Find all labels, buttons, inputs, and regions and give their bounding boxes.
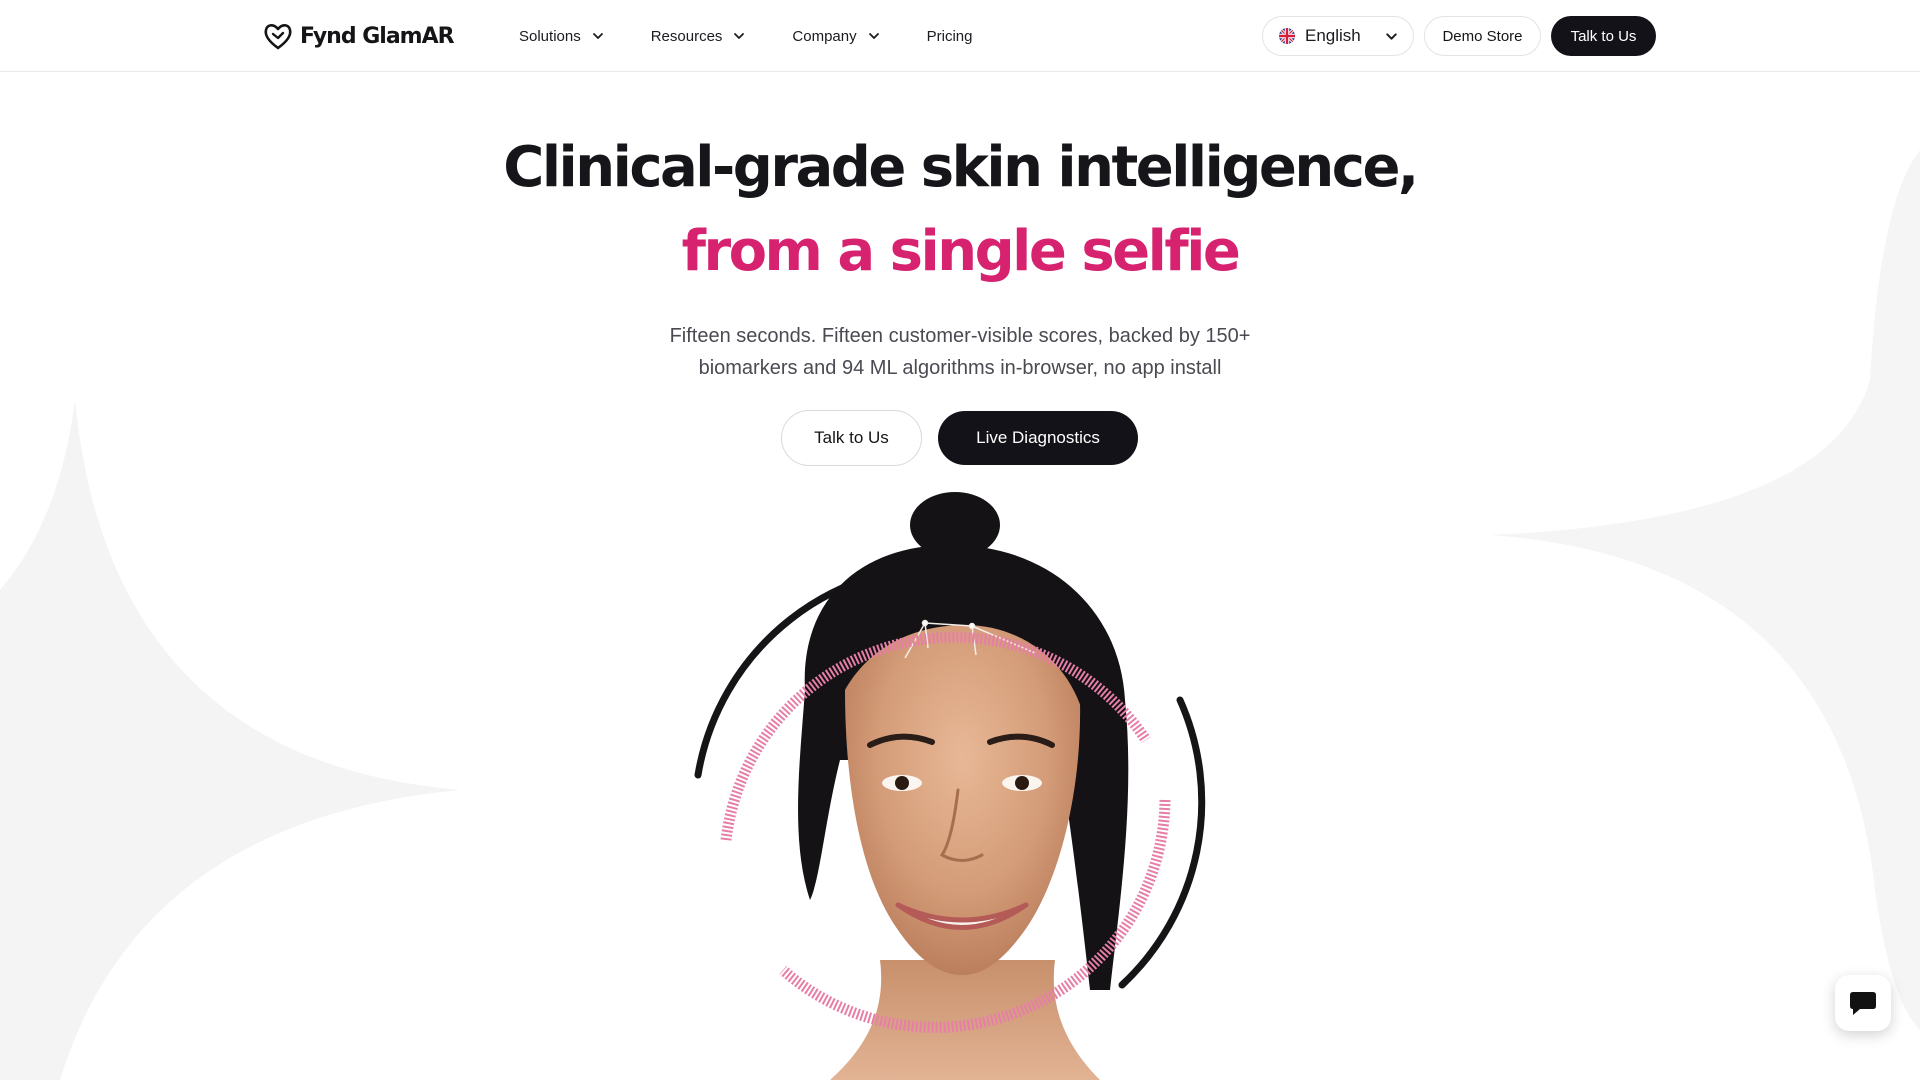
menu-pricing[interactable]: Pricing [927, 28, 973, 45]
hero-title: Clinical-grade skin intelligence, [503, 135, 1419, 200]
hero-portrait-illustration [694, 492, 1206, 1080]
talk-to-us-button[interactable]: Talk to Us [781, 410, 922, 466]
top-navigation: Fynd GlamAR Solutions Resources Company … [0, 0, 1920, 72]
language-label: English [1305, 26, 1361, 45]
menu-resources-label: Resources [650, 27, 723, 45]
menu-solutions[interactable]: Solutions [519, 28, 605, 45]
talk-to-us-nav-button[interactable]: Talk to Us [1551, 16, 1656, 56]
hero-subtitle-line2: biomarkers and 94 ML algorithms in-brows… [698, 357, 1222, 379]
chevron-down-icon [868, 33, 879, 39]
uk-flag-icon [1279, 28, 1295, 44]
heart-face-logo-icon [264, 24, 292, 50]
brand-logo[interactable]: Fynd GlamAR [262, 20, 455, 52]
hero-subtitle-line1: Fifteen seconds. Fifteen customer-visibl… [669, 325, 1251, 347]
menu-company-label: Company [792, 27, 857, 45]
menu-solutions-label: Solutions [519, 27, 581, 45]
chat-widget-button[interactable] [1835, 975, 1891, 1031]
chevron-down-icon [1386, 32, 1397, 40]
language-selector[interactable]: English [1262, 16, 1414, 56]
chevron-down-icon [734, 33, 745, 39]
main-menu: Solutions Resources Company Pricing [519, 22, 972, 50]
menu-resources[interactable]: Resources [651, 28, 747, 45]
demo-store-button[interactable]: Demo Store [1424, 16, 1541, 56]
brand-name: Fynd GlamAR [300, 23, 455, 49]
hero-subtitle: Fifteen seconds. Fifteen customer-visibl… [640, 320, 1280, 384]
hero-title-accent: from a single selfie [681, 219, 1241, 284]
live-diagnostics-button[interactable]: Live Diagnostics [938, 411, 1138, 465]
chevron-down-icon [592, 33, 603, 39]
menu-pricing-label: Pricing [926, 27, 973, 45]
menu-company[interactable]: Company [792, 28, 880, 45]
chat-bubble-icon [1850, 992, 1876, 1015]
hero-cta-row: Talk to Us Live Diagnostics [781, 410, 1138, 466]
